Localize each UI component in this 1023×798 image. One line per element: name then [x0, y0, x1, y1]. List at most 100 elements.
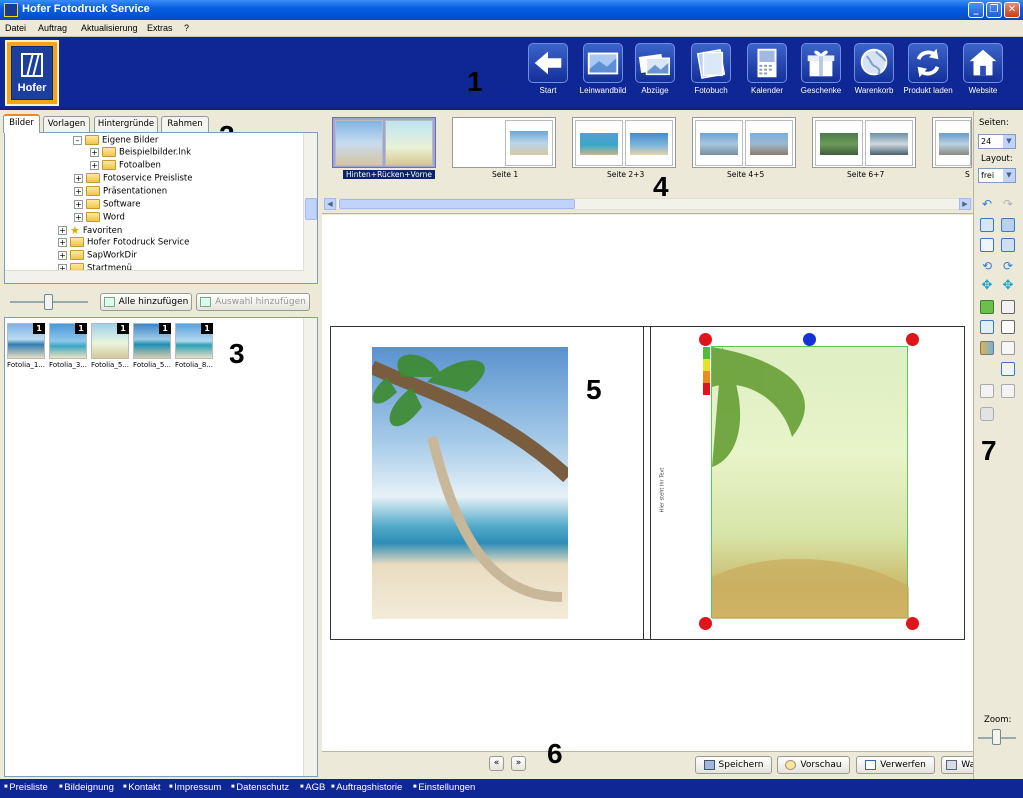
image-thumbnail[interactable]: 1: [49, 323, 87, 359]
layout-select[interactable]: frei ▼: [978, 168, 1016, 183]
send-backward-icon[interactable]: [1001, 218, 1015, 232]
add-text-icon[interactable]: [1001, 300, 1015, 314]
rotate-left-icon[interactable]: ⟲: [980, 259, 994, 273]
page-thumb-2-3[interactable]: [572, 117, 676, 168]
tree-horizontal-scrollbar[interactable]: [5, 270, 304, 283]
add-selection-button[interactable]: Auswahl hinzufügen: [196, 293, 310, 311]
expand-icon[interactable]: +: [58, 237, 67, 247]
tree-item-fotoservice-preisliste[interactable]: + Fotoservice Preisliste: [74, 173, 193, 186]
maximize-button[interactable]: ❐: [986, 2, 1002, 18]
save-button[interactable]: Speichern: [695, 756, 772, 774]
tree-item-sapworkdir[interactable]: + SapWorkDir: [58, 250, 137, 263]
strip-scroll-right-button[interactable]: ▶: [959, 198, 971, 210]
next-page-button[interactable]: »: [511, 756, 526, 771]
prev-page-button[interactable]: «: [489, 756, 504, 771]
add-all-button[interactable]: Alle hinzufügen: [100, 293, 192, 311]
link-kontakt[interactable]: Kontakt: [123, 782, 160, 793]
menu-aktualisierung[interactable]: Aktualisierung: [81, 23, 138, 33]
expand-icon[interactable]: +: [74, 173, 83, 183]
expand-icon[interactable]: +: [90, 147, 99, 157]
bring-forward-icon[interactable]: [980, 218, 994, 232]
close-button[interactable]: ✕: [1004, 2, 1020, 18]
toolbar-geschenke-button[interactable]: Geschenke: [796, 43, 846, 95]
align-left-icon[interactable]: [980, 384, 994, 398]
edit-text-icon[interactable]: [980, 320, 994, 334]
resize-handle-bottom-left[interactable]: [699, 617, 712, 630]
frame-icon[interactable]: [1001, 341, 1015, 355]
crop-icon[interactable]: [1001, 362, 1015, 376]
zoom-slider[interactable]: [992, 729, 1001, 745]
link-datenschutz[interactable]: Datenschutz: [231, 782, 289, 793]
link-preisliste[interactable]: Preisliste: [4, 782, 48, 793]
tab-hintergruende[interactable]: Hintergründe: [94, 116, 158, 132]
resize-handle-bottom-right[interactable]: [906, 617, 919, 630]
tree-item-beispielbilder[interactable]: + Beispielbilder.lnk: [90, 147, 191, 160]
link-einstellungen[interactable]: Einstellungen: [413, 782, 475, 793]
trash-icon[interactable]: [980, 407, 994, 421]
collapse-icon[interactable]: –: [73, 135, 82, 145]
scroll-thumb[interactable]: [305, 198, 317, 220]
menu-auftrag[interactable]: Auftrag: [38, 23, 67, 33]
move-out-icon[interactable]: ✥: [1001, 279, 1015, 293]
resize-handle-top-right[interactable]: [906, 333, 919, 346]
image-panel-scrollbar[interactable]: [303, 318, 317, 776]
link-impressum[interactable]: Impressum: [169, 782, 221, 793]
selected-photo[interactable]: [711, 346, 909, 619]
tree-item-hofer-fotodruck-service[interactable]: + Hofer Fotodruck Service: [58, 237, 189, 250]
thumbnail-size-slider[interactable]: [44, 294, 53, 310]
tab-rahmen[interactable]: Rahmen: [161, 116, 209, 132]
toolbar-website-button[interactable]: Website: [958, 43, 1008, 95]
resize-handle-top-left[interactable]: [699, 333, 712, 346]
page-thumb-1[interactable]: [452, 117, 556, 168]
tab-vorlagen[interactable]: Vorlagen: [43, 116, 90, 132]
rotate-handle[interactable]: [803, 333, 816, 346]
expand-icon[interactable]: +: [74, 199, 83, 209]
redo-icon[interactable]: ↷: [1001, 197, 1015, 211]
toolbar-warenkorb-button[interactable]: Warenkorb: [849, 43, 899, 95]
bring-to-front-icon[interactable]: [980, 238, 994, 252]
tab-bilder[interactable]: Bilder: [3, 114, 40, 133]
menu-extras[interactable]: Extras: [147, 23, 173, 33]
add-image-icon[interactable]: [980, 300, 994, 314]
toolbar-abzuege-button[interactable]: Abzüge: [630, 43, 680, 95]
pages-select[interactable]: 24 ▼: [978, 134, 1016, 149]
link-auftragshistorie[interactable]: Auftragshistorie: [331, 782, 402, 793]
move-in-icon[interactable]: ✥: [980, 279, 994, 293]
toolbar-start-button[interactable]: Start: [523, 43, 573, 95]
tree-item-favoriten[interactable]: + ★ Favoriten: [58, 224, 122, 237]
palm-hammock-photo[interactable]: [372, 347, 568, 619]
tree-item-software[interactable]: + Software: [74, 199, 140, 212]
page-thumb-4-5[interactable]: [692, 117, 796, 168]
folder-tree[interactable]: – Eigene Bilder + Beispielbilder.lnk + Foto…: [4, 132, 318, 284]
undo-icon[interactable]: ↶: [980, 197, 994, 211]
preview-button[interactable]: Vorschau: [777, 756, 850, 774]
toolbar-leinwandbild-button[interactable]: Leinwandbild: [578, 43, 628, 95]
page-canvas[interactable]: 5 Hier steht Ihr Text: [322, 215, 973, 751]
send-to-back-icon[interactable]: [1001, 238, 1015, 252]
expand-icon[interactable]: +: [90, 160, 99, 170]
page-thumb-6-7[interactable]: [812, 117, 916, 168]
menu-help[interactable]: ?: [184, 23, 189, 33]
discard-button[interactable]: Verwerfen: [856, 756, 935, 774]
toolbar-produkt-laden-button[interactable]: Produkt laden: [903, 43, 953, 95]
image-thumbnail[interactable]: 1: [175, 323, 213, 359]
scroll-thumb[interactable]: [339, 199, 575, 209]
toolbar-fotobuch-button[interactable]: Fotobuch: [686, 43, 736, 95]
expand-icon[interactable]: +: [58, 250, 67, 260]
image-thumbnail[interactable]: 1: [91, 323, 129, 359]
strip-scroll-left-button[interactable]: ◀: [324, 198, 336, 210]
align-right-icon[interactable]: [1001, 384, 1015, 398]
tree-vertical-scrollbar[interactable]: [303, 133, 317, 283]
image-thumbnail[interactable]: 1: [7, 323, 45, 359]
expand-icon[interactable]: +: [58, 226, 67, 235]
rotate-right-icon[interactable]: ⟳: [1001, 259, 1015, 273]
toolbar-kalender-button[interactable]: Kalender: [742, 43, 792, 95]
expand-icon[interactable]: +: [74, 212, 83, 222]
page-thumb-next[interactable]: [932, 117, 972, 168]
background-icon[interactable]: [980, 341, 994, 355]
link-bildeignung[interactable]: Bildeignung: [59, 782, 114, 793]
tree-item-praesentationen[interactable]: + Präsentationen: [74, 186, 167, 199]
minimize-button[interactable]: _: [968, 2, 984, 18]
expand-icon[interactable]: +: [74, 186, 83, 196]
link-agb[interactable]: AGB: [300, 782, 325, 793]
